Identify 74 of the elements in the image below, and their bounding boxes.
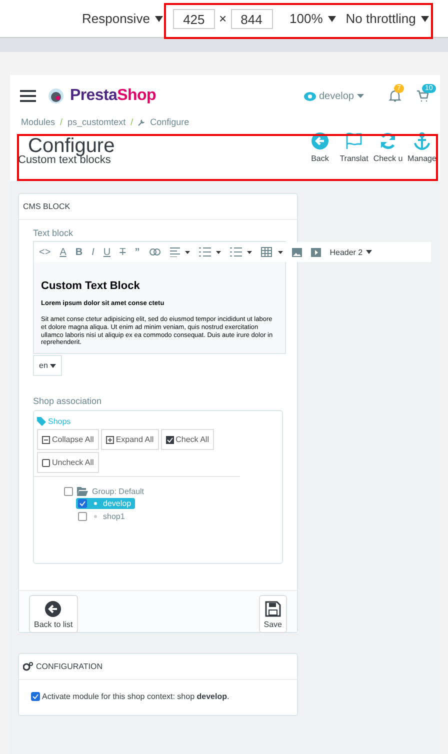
video-icon[interactable]	[310, 248, 321, 256]
link-icon[interactable]	[148, 248, 161, 256]
save-button[interactable]: Save	[258, 595, 287, 634]
shop-selector[interactable]: develop	[304, 90, 364, 102]
caret-icon	[366, 250, 372, 254]
toolbar-button[interactable]: Translat	[338, 132, 370, 166]
caret-icon	[357, 94, 364, 98]
minus-square-icon	[42, 436, 50, 444]
breadcrumb-link[interactable]: Configure	[150, 117, 190, 127]
quote-icon[interactable]: ”	[134, 246, 140, 258]
bold-icon[interactable]: B	[75, 246, 83, 258]
breadcrumb-separator: /	[60, 117, 63, 127]
field-label: Text block	[33, 228, 74, 238]
toolbar-button[interactable]: Back	[304, 132, 336, 166]
wrench-icon	[138, 118, 146, 126]
plus-square-icon	[106, 436, 114, 444]
zoom-dropdown[interactable]: 100%	[290, 11, 336, 26]
text-color-icon[interactable]: A	[60, 246, 66, 258]
bell-icon[interactable]	[388, 89, 402, 103]
tree-button[interactable]: Check All	[160, 429, 214, 450]
empty-box-icon	[42, 458, 50, 467]
tree-button[interactable]: Uncheck All	[37, 452, 99, 474]
caret-icon	[420, 16, 429, 22]
cart-icon[interactable]	[416, 89, 430, 103]
caret-icon	[154, 16, 163, 22]
logo-icon	[48, 88, 64, 104]
breadcrumb-link[interactable]: ps_customtext	[68, 117, 126, 127]
language-dropdown[interactable]: en	[33, 355, 62, 376]
flag-icon	[345, 132, 363, 150]
breadcrumb-link[interactable]: Modules	[21, 117, 56, 127]
height-field[interactable]: 844	[230, 8, 273, 28]
strikethrough-icon[interactable]: T	[120, 246, 126, 258]
page-title: Configure	[28, 136, 115, 156]
back-to-list-button[interactable]: Back to list	[29, 595, 78, 634]
toolbar-button[interactable]: Check u	[372, 132, 404, 166]
code-view-icon[interactable]: <>	[39, 246, 51, 258]
tree-button[interactable]: Expand All	[100, 429, 159, 450]
caret-icon	[50, 364, 56, 368]
field-label: Shop association	[33, 396, 103, 406]
table-icon[interactable]	[260, 247, 283, 257]
breadcrumb-separator: /	[130, 117, 134, 127]
checkbox[interactable]	[31, 692, 40, 702]
times-sign: ×	[218, 11, 227, 26]
checkbox-label: Activate module for this shop context: shop develop.	[42, 692, 230, 702]
tree-item[interactable]: shop1	[76, 511, 129, 522]
align-dropdown-icon[interactable]	[170, 247, 190, 257]
throttling-dropdown[interactable]: No throttling	[346, 11, 429, 26]
width-field[interactable]: 425	[172, 8, 215, 28]
tag-icon	[37, 417, 46, 426]
checkbox[interactable]	[64, 487, 73, 496]
italic-icon[interactable]: I	[92, 246, 94, 258]
brand-logo: PrestaShop	[70, 87, 156, 105]
caret-icon	[328, 16, 336, 22]
tree-title: Shops	[48, 417, 71, 426]
bullet-list-icon[interactable]	[198, 247, 221, 257]
checkbox[interactable]	[78, 499, 87, 508]
folder-icon	[77, 487, 88, 496]
heading-dropdown[interactable]: Header 2	[330, 248, 372, 256]
checkbox[interactable]	[78, 512, 87, 522]
refresh-icon	[379, 132, 397, 150]
menu-icon[interactable]	[20, 90, 36, 102]
panel-title: CMS BLOCK	[19, 194, 297, 220]
gears-icon	[23, 662, 33, 672]
image-icon[interactable]	[292, 248, 302, 256]
anchor-icon	[413, 132, 431, 150]
numbered-list-icon[interactable]	[230, 247, 252, 257]
device-dropdown[interactable]: Responsive	[82, 11, 163, 26]
panel-title: CONFIGURATION	[36, 662, 103, 672]
checked-box-icon	[166, 436, 174, 444]
toolbar-button[interactable]: Manage	[406, 132, 438, 166]
tree-button[interactable]: Collapse All	[37, 429, 99, 450]
tree-item[interactable]: Group: Default	[92, 487, 144, 496]
underline-icon[interactable]: U	[103, 246, 111, 258]
eye-icon	[304, 92, 316, 100]
